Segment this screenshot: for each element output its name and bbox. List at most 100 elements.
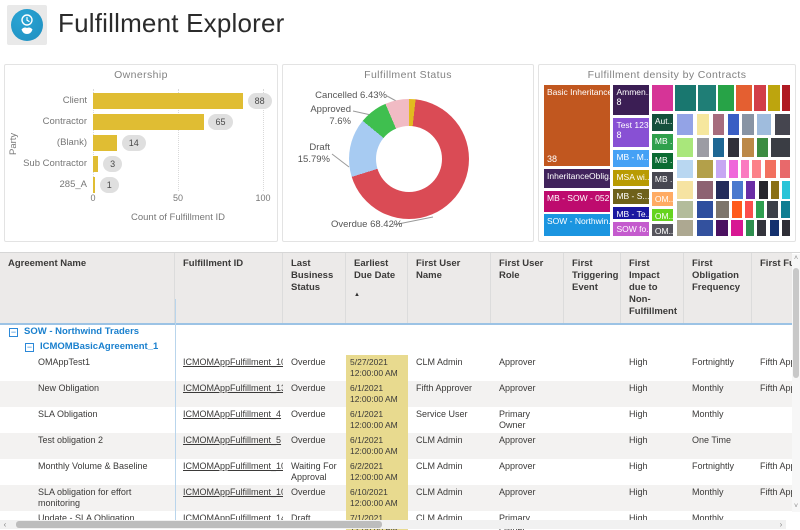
treemap-tile-ammen-[interactable]: Ammen...8 (612, 84, 649, 116)
treemap-tile[interactable] (735, 84, 752, 112)
treemap-tile[interactable] (676, 200, 695, 218)
treemap-tile[interactable] (770, 180, 780, 200)
treemap-tile[interactable] (756, 137, 768, 158)
treemap-tile[interactable] (727, 137, 741, 158)
treemap-tile[interactable] (731, 200, 742, 218)
treemap-tile[interactable] (715, 180, 730, 200)
treemap-tile-test-123[interactable]: Test 1238 (612, 117, 649, 148)
bar-client[interactable] (93, 93, 243, 109)
treemap-tile-sow-fo-[interactable]: SOW fo... (612, 221, 649, 237)
treemap-tile[interactable] (744, 200, 754, 218)
bar-285-a[interactable] (93, 177, 95, 193)
fulfillment-id-link[interactable]: ICMOMAppFulfillment_131 (183, 383, 283, 393)
treemap-tile[interactable] (651, 84, 675, 112)
treemap-tile-msa-wi-[interactable]: MSA wi... (612, 169, 649, 187)
bar-contractor[interactable] (93, 114, 204, 130)
column-header-agreement-name[interactable]: Agreement Name (0, 253, 175, 323)
treemap-tile[interactable] (717, 84, 736, 112)
treemap-tile[interactable] (779, 159, 791, 179)
treemap-tile[interactable] (676, 219, 695, 237)
column-header-first-user-role[interactable]: First User Role (491, 253, 564, 323)
bar--blank-[interactable] (93, 135, 117, 151)
collapse-icon[interactable]: − (9, 328, 18, 337)
treemap-tile[interactable] (697, 84, 717, 112)
treemap-tile[interactable] (764, 159, 778, 179)
column-header-first-impact-due-to-non-fulfillment[interactable]: First Impact due to Non-Fulfillment (621, 253, 684, 323)
treemap-tile[interactable] (715, 219, 729, 237)
column-header-first-triggering-event[interactable]: First Triggering Event (564, 253, 621, 323)
column-header-first-fulfi[interactable]: First Fulfi (752, 253, 792, 323)
treemap-tile[interactable] (715, 200, 730, 218)
treemap-tile[interactable] (753, 84, 768, 112)
treemap-tile[interactable] (751, 159, 762, 179)
treemap-tile[interactable] (715, 159, 726, 179)
fulfillment-id-link[interactable]: ICMOMAppFulfillment_10 (183, 357, 283, 367)
treemap-tile[interactable] (696, 113, 711, 136)
treemap-tile[interactable] (731, 180, 743, 200)
treemap-tile[interactable] (745, 219, 755, 237)
treemap-tile[interactable] (755, 200, 765, 218)
column-header-fulfillment-id[interactable]: Fulfillment ID (175, 253, 283, 323)
treemap-tile[interactable] (758, 180, 769, 200)
treemap-tile[interactable] (696, 219, 715, 237)
treemap-tile[interactable] (676, 137, 695, 158)
treemap-tile[interactable] (756, 113, 772, 136)
treemap-tile[interactable] (756, 219, 767, 237)
treemap-tile[interactable] (696, 137, 711, 158)
treemap-tile[interactable] (696, 180, 715, 200)
scroll-down-icon[interactable]: ˅ (792, 502, 800, 512)
treemap-tile[interactable] (774, 113, 791, 136)
treemap-tile[interactable] (696, 200, 715, 218)
treemap-tile[interactable] (727, 113, 741, 136)
column-header-last-business-status[interactable]: Last Business Status (283, 253, 346, 323)
horizontal-scrollbar-thumb[interactable] (16, 521, 382, 528)
scroll-left-icon[interactable]: ‹ (0, 520, 10, 529)
treemap-tile[interactable] (712, 113, 726, 136)
treemap-tile-mb-[interactable]: MB ... (651, 133, 675, 151)
treemap-tile[interactable] (728, 159, 739, 179)
treemap-tile-aut-[interactable]: Aut... (651, 113, 675, 132)
treemap-tile[interactable] (740, 159, 750, 179)
fulfillment-id-link[interactable]: ICMOMAppFulfillment_100 (183, 487, 283, 497)
fulfillment-id-link[interactable]: ICMOMAppFulfillment_5 (183, 435, 281, 445)
fulfillment-id-link[interactable]: ICMOMAppFulfillment_105 (183, 461, 283, 471)
treemap-tile-mb-[interactable]: MB ... (651, 152, 675, 170)
treemap-tile-basic-inheritance[interactable]: Basic Inheritance38 (543, 84, 611, 167)
treemap-tile[interactable] (676, 180, 695, 200)
vertical-scrollbar-thumb[interactable] (793, 268, 799, 378)
scroll-right-icon[interactable]: › (776, 520, 786, 529)
treemap-tile[interactable] (741, 137, 755, 158)
column-header-first-obligation-frequency[interactable]: First Obligation Frequency (684, 253, 752, 323)
treemap-tile[interactable] (766, 200, 778, 218)
treemap-tile-om-[interactable]: OM... (651, 208, 675, 223)
treemap-tile-sow-northwin-[interactable]: SOW - Northwin... (543, 213, 611, 237)
bar-sub-contractor[interactable] (93, 156, 98, 172)
treemap-tile[interactable] (730, 219, 744, 237)
treemap-tile-mb-te-[interactable]: MB - Te... (612, 206, 649, 221)
treemap-tile[interactable] (769, 219, 780, 237)
column-header-first-user-name[interactable]: First User Name (408, 253, 491, 323)
treemap-tile-inheritanceoblig-[interactable]: InheritanceOblig... (543, 168, 611, 189)
treemap-tile[interactable] (770, 137, 791, 158)
fulfillment-id-link[interactable]: ICMOMAppFulfillment_4 (183, 409, 281, 419)
column-header-earliest-due-date[interactable]: Earliest Due Date▲ (346, 253, 408, 323)
treemap-tile-mb-sow-052-[interactable]: MB - SOW - 052... (543, 190, 611, 213)
collapse-icon[interactable]: − (25, 343, 34, 352)
treemap-tile[interactable] (781, 84, 791, 112)
treemap-tile[interactable] (696, 159, 715, 179)
treemap-tile[interactable] (781, 219, 791, 237)
treemap-tile-mb-[interactable]: MB ... (651, 171, 675, 190)
treemap-tile[interactable] (741, 113, 755, 136)
treemap-tile[interactable] (676, 113, 695, 136)
treemap-tile[interactable] (781, 180, 791, 200)
treemap-tile[interactable] (745, 180, 756, 200)
treemap-tile-mb-s-[interactable]: MB - S... (612, 188, 649, 205)
treemap-tile[interactable] (676, 159, 695, 179)
treemap-tile[interactable] (674, 84, 696, 112)
treemap-tile-om-[interactable]: OM... (651, 223, 675, 237)
treemap-tile-om-[interactable]: OM... (651, 191, 675, 207)
treemap-tile[interactable] (780, 200, 791, 218)
horizontal-scrollbar[interactable]: ‹ › (0, 520, 786, 529)
vertical-scrollbar[interactable]: ˄ ˅ (792, 254, 800, 512)
scroll-up-icon[interactable]: ˄ (792, 254, 800, 264)
